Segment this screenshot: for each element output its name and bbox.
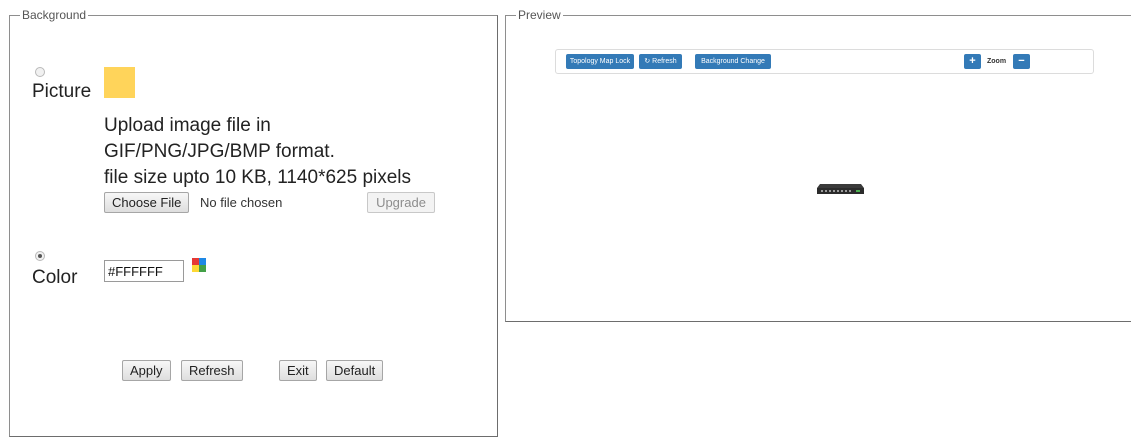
color-hex-input[interactable]	[104, 260, 184, 282]
topology-map-lock-label: Topology Map Lock	[569, 58, 631, 65]
picture-swatch	[104, 67, 135, 98]
color-label: Color	[32, 267, 78, 288]
background-panel: Background	[9, 8, 498, 437]
zoom-out-button[interactable]: −	[1013, 54, 1030, 69]
toolbar-refresh-button[interactable]: ↻ Refresh	[639, 54, 682, 69]
toolbar-refresh-label: Refresh	[652, 58, 677, 65]
picture-label: Picture	[32, 81, 92, 102]
preview-toolbar: Topology Map Lock ↻ Refresh Background C…	[555, 49, 1094, 74]
background-change-button[interactable]: Background Change	[695, 54, 771, 69]
background-change-label: Background Change	[701, 58, 765, 65]
minus-icon: −	[1018, 55, 1025, 67]
picture-radio[interactable]	[35, 67, 45, 77]
default-button[interactable]: Default	[326, 360, 384, 381]
refresh-icon: ↻	[644, 58, 651, 65]
upload-line-3: file size upto 10 KB, 1140*625 pixels	[104, 167, 412, 188]
color-palette-icon[interactable]	[192, 258, 206, 272]
upload-line-2: GIF/PNG/JPG/BMP format.	[104, 141, 335, 162]
preview-legend: Preview	[516, 8, 563, 22]
refresh-button[interactable]: Refresh	[181, 360, 243, 381]
zoom-in-button[interactable]: +	[964, 54, 981, 69]
upload-line-1: Upload image file in	[104, 115, 271, 136]
apply-button[interactable]: Apply	[122, 360, 171, 381]
background-legend: Background	[20, 8, 89, 22]
no-file-chosen-text: No file chosen	[200, 195, 283, 210]
zoom-label: Zoom	[987, 58, 1007, 65]
color-radio[interactable]	[35, 251, 45, 261]
choose-file-button[interactable]: Choose File	[104, 192, 190, 213]
upload-instructions: Upload image file in GIF/PNG/JPG/BMP for…	[104, 113, 411, 191]
upgrade-button[interactable]: Upgrade	[367, 192, 435, 213]
exit-button[interactable]: Exit	[279, 360, 317, 381]
plus-icon: +	[969, 55, 976, 67]
network-switch-icon[interactable]	[817, 182, 864, 195]
topology-map-lock-button[interactable]: Topology Map Lock	[566, 54, 634, 69]
